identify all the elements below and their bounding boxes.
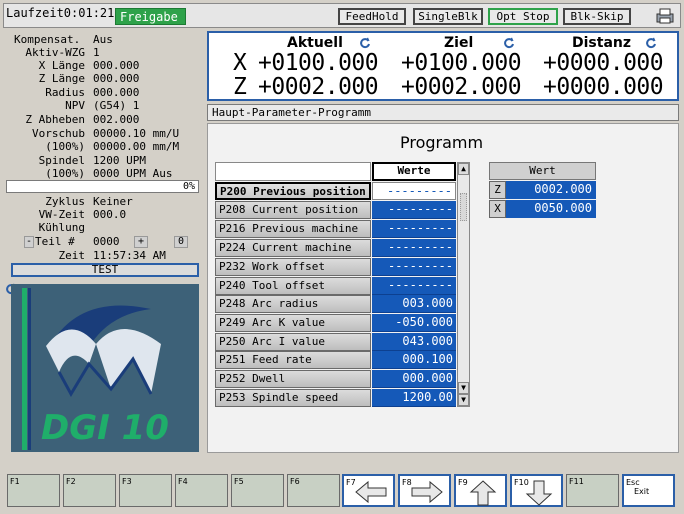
single-block-button[interactable]: SingleBlk [413, 8, 483, 25]
z-axis-label: Z [233, 74, 247, 100]
param-row-value[interactable]: --------- [372, 239, 456, 257]
z-wert-value[interactable]: 0002.000 [506, 181, 596, 199]
info-row: Vorschub 00000.10 mm/U [32, 127, 180, 140]
arrow-left-icon [355, 480, 387, 504]
part-increment-button[interactable]: + [134, 236, 148, 248]
scroll-down-icon[interactable]: ▼ [458, 382, 469, 394]
info-row: Spindel 1200 UPM [38, 154, 146, 167]
test-button[interactable]: TEST [11, 263, 199, 277]
exit-key[interactable]: Esc Exit [622, 474, 675, 507]
param-row-name[interactable]: P240 Tool offset [215, 277, 371, 295]
svg-text:DGI 10: DGI 10 [41, 408, 169, 448]
f9-key[interactable]: F9 [454, 474, 507, 507]
time-row: Zeit 11:57:34 AM [58, 249, 166, 262]
param-scrollbar[interactable]: ▲ ▼ ▼ [457, 162, 470, 407]
values-column-header: Werte [372, 162, 456, 181]
x-wert-value[interactable]: 0050.000 [506, 200, 596, 218]
reset-distance-icon[interactable] [645, 37, 657, 49]
wert-column-header: Wert [489, 162, 596, 180]
release-status-badge: Freigabe [115, 8, 186, 25]
param-row-name[interactable]: P249 Arc K value [215, 314, 371, 332]
param-row-value[interactable]: 043.000 [372, 333, 456, 351]
info-row: Z Abheben 002.000 [25, 113, 140, 126]
distance-header: Distanz [572, 35, 632, 51]
x-actual-value: +0100.000 [258, 50, 379, 76]
program-progress-bar: 0% [6, 180, 199, 193]
info-row: NPV (G54) 1 [65, 99, 140, 112]
scroll-up-icon[interactable]: ▲ [458, 163, 469, 175]
param-row-value[interactable]: 1200.00 [372, 389, 456, 407]
coolant-row: Kühlung [38, 221, 85, 234]
feedhold-button[interactable]: FeedHold [338, 8, 406, 25]
block-skip-button[interactable]: Blk-Skip [563, 8, 631, 25]
scroll-down-icon[interactable]: ▼ [458, 394, 469, 406]
info-row: Z Länge 000.000 [38, 72, 140, 85]
param-row-value[interactable]: 003.000 [372, 295, 456, 313]
f8-key[interactable]: F8 [398, 474, 451, 507]
param-row-value[interactable]: --------- [372, 277, 456, 295]
target-position-header: Ziel [444, 35, 474, 51]
param-row-value[interactable]: -050.000 [372, 314, 456, 332]
part-count-label: Teil # [35, 235, 75, 248]
f7-key[interactable]: F7 [342, 474, 395, 507]
param-name-column-header [215, 162, 371, 181]
arrow-right-icon [411, 480, 443, 504]
actual-position-header: Aktuell [287, 35, 343, 51]
z-actual-value: +0002.000 [258, 74, 379, 100]
runtime-label: Laufzeit0:01:21 [6, 6, 115, 20]
x-wert-label: X [489, 200, 506, 218]
param-row-name[interactable]: P252 Dwell [215, 370, 371, 388]
f5-key[interactable]: F5 [231, 474, 284, 507]
param-row-name[interactable]: P232 Work offset [215, 258, 371, 276]
param-row-name[interactable]: P216 Previous machine [215, 220, 371, 238]
param-row-name[interactable]: P253 Spindle speed [215, 389, 371, 407]
z-wert-label: Z [489, 181, 506, 199]
info-row: (100%) 00000.00 mm/M [45, 140, 180, 153]
cycle-row: Zyklus Keiner [45, 195, 133, 208]
scroll-thumb[interactable] [460, 193, 467, 221]
param-row-name[interactable]: P208 Current position [215, 201, 371, 219]
param-row-value[interactable]: --------- [372, 258, 456, 276]
part-decrement-button[interactable]: - [24, 236, 34, 248]
part-count-value: 0000 [93, 235, 120, 248]
param-row-value[interactable]: --------- [372, 182, 456, 200]
f4-key[interactable]: F4 [175, 474, 228, 507]
z-distance-value: +0000.000 [543, 74, 664, 100]
f2-key[interactable]: F2 [63, 474, 116, 507]
printer-icon[interactable] [655, 8, 675, 24]
f6-key[interactable]: F6 [287, 474, 340, 507]
company-logo: DGI 10 [11, 284, 199, 452]
param-row-name[interactable]: P250 Arc I value [215, 333, 371, 351]
x-distance-value: +0000.000 [543, 50, 664, 76]
f3-key[interactable]: F3 [119, 474, 172, 507]
param-row-name[interactable]: P248 Arc radius [215, 295, 371, 313]
info-row: Kompensat. Aus [14, 33, 113, 46]
part-counter-display: 0 [174, 236, 188, 248]
f1-key[interactable]: F1 [7, 474, 60, 507]
param-row-value[interactable]: --------- [372, 220, 456, 238]
info-row: Aktiv-WZG 1 [25, 46, 100, 59]
opt-stop-button[interactable]: Opt Stop [488, 8, 558, 25]
info-row: Radius 000.000 [45, 86, 140, 99]
panel-header: Haupt-Parameter-Programm [207, 104, 679, 121]
param-row-name[interactable]: P224 Current machine [215, 239, 371, 257]
program-title: Programm [400, 133, 484, 152]
arrow-up-icon [469, 480, 497, 506]
param-row-value[interactable]: 000.000 [372, 370, 456, 388]
param-row-value[interactable]: --------- [372, 201, 456, 219]
reset-target-icon[interactable] [503, 37, 515, 49]
param-row-name[interactable]: P251 Feed rate [215, 351, 371, 369]
x-target-value: +0100.000 [401, 50, 522, 76]
x-axis-label: X [233, 50, 247, 76]
info-row: (100%) 0000 UPM Aus [45, 167, 173, 180]
arrow-down-icon [525, 480, 553, 506]
info-row: X Länge 000.000 [38, 59, 140, 72]
param-row-name[interactable]: P200 Previous position [215, 182, 371, 200]
reset-actual-icon[interactable] [359, 37, 371, 49]
z-target-value: +0002.000 [401, 74, 522, 100]
param-row-value[interactable]: 000.100 [372, 351, 456, 369]
f10-key[interactable]: F10 [510, 474, 563, 507]
vw-time-row: VW-Zeit 000.0 [38, 208, 127, 221]
f11-key[interactable]: F11 [566, 474, 619, 507]
